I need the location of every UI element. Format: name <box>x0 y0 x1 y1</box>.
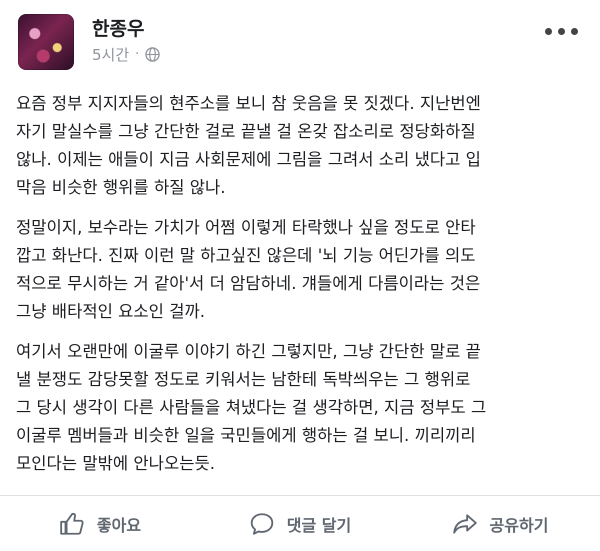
author-name[interactable]: 한종우 <box>92 14 144 41</box>
share-arrow-icon <box>452 513 477 534</box>
profile-avatar[interactable] <box>18 14 74 70</box>
post-paragraph-3: 여기서 오랜만에 이굴루 이야기 하긴 그렇지만, 그냥 간단한 말로 끝 낼 … <box>16 338 588 478</box>
text-line: 않나. 이제는 애들이 지금 사회문제에 그림을 그려서 소리 냈다고 입 <box>16 150 481 169</box>
text-line: 그냥 배타적인 요소인 걸까. <box>16 302 206 321</box>
text-line: 막음 비슷한 행위를 하질 않나. <box>16 178 226 197</box>
speech-bubble-icon <box>250 512 273 535</box>
text-line: 정말이지, 보수라는 가치가 어쩜 이렇게 타락했나 싶을 정도로 안타 <box>16 218 476 237</box>
text-line: 낼 분쟁도 감당못할 정도로 키워서는 남한테 독박씌우는 그 행위로 <box>16 370 471 389</box>
like-button[interactable]: 좋아요 <box>0 496 200 551</box>
post-body: 요즘 정부 지지자들의 현주소를 보니 참 웃음을 못 짓겠다. 지난번엔 자기… <box>16 90 588 490</box>
thumbs-up-icon <box>60 512 84 535</box>
post-meta: 5시간 · <box>92 44 161 65</box>
post-time[interactable]: 5시간 <box>92 44 129 65</box>
globe-icon[interactable] <box>145 47 161 62</box>
comment-label: 댓글 달기 <box>286 515 352 535</box>
like-label: 좋아요 <box>96 515 142 535</box>
share-button[interactable]: 공유하기 <box>400 496 600 551</box>
text-line: 이굴루 멤버들과 비슷한 일을 국민들에게 행하는 걸 보니. 끼리끼리 <box>16 426 476 445</box>
meta-separator: · <box>135 47 140 62</box>
text-line: 그 당시 생각이 다른 사람들을 쳐냈다는 걸 생각하면, 지금 정부도 그 <box>16 398 487 417</box>
text-line: 모인다는 말밖에 안나오는듯. <box>16 454 216 473</box>
post-header: 한종우 5시간 · <box>0 0 600 80</box>
comment-button[interactable]: 댓글 달기 <box>200 496 400 551</box>
more-options-icon[interactable] <box>545 28 578 35</box>
post-paragraph-1: 요즘 정부 지지자들의 현주소를 보니 참 웃음을 못 짓겠다. 지난번엔 자기… <box>16 90 588 202</box>
text-line: 적으로 무시하는 거 같아'서 더 암담하네. 걔들에게 다름이라는 것은 <box>16 274 481 293</box>
post-actions: 좋아요 댓글 달기 공유하기 <box>0 496 600 551</box>
text-line: 자기 말실수를 그냥 간단한 걸로 끝낼 걸 온갖 잡소리로 정당화하질 <box>16 122 476 141</box>
text-line: 깝고 화난다. 진짜 이런 말 하고싶진 않은데 '뇌 기능 어딘가를 의도 <box>16 246 476 265</box>
share-label: 공유하기 <box>489 515 549 535</box>
text-line: 여기서 오랜만에 이굴루 이야기 하긴 그렇지만, 그냥 간단한 말로 끝 <box>16 342 481 361</box>
post-paragraph-2: 정말이지, 보수라는 가치가 어쩜 이렇게 타락했나 싶을 정도로 안타 깝고 … <box>16 214 588 326</box>
text-line: 요즘 정부 지지자들의 현주소를 보니 참 웃음을 못 짓겠다. 지난번엔 <box>16 94 481 113</box>
